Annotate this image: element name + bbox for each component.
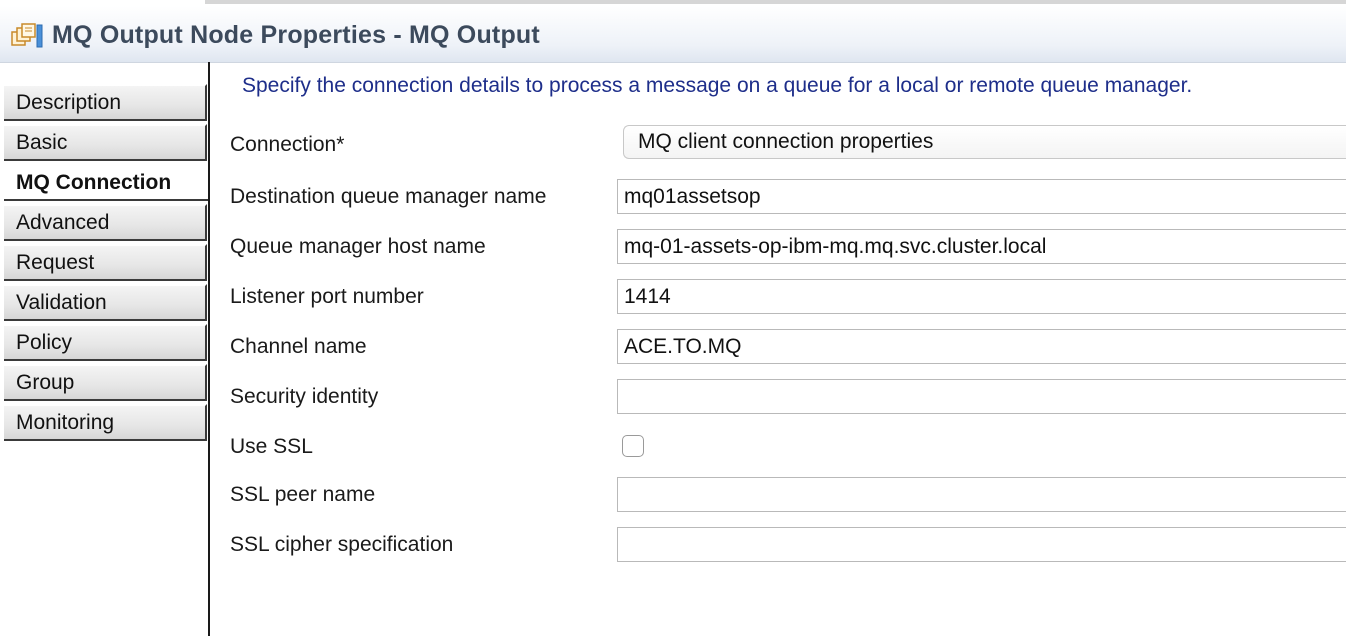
tab-description[interactable]: Description [4, 84, 207, 121]
channel-field[interactable]: ACE.TO.MQ [617, 329, 1346, 364]
tab-policy[interactable]: Policy [4, 324, 207, 361]
tab-request[interactable]: Request [4, 244, 207, 281]
port-field[interactable]: 1414 [617, 279, 1346, 314]
host-field[interactable]: mq-01-assets-op-ibm-mq.mq.svc.cluster.lo… [617, 229, 1346, 264]
connection-select[interactable]: MQ client connection properties [623, 125, 1346, 159]
use-ssl-checkbox[interactable] [622, 435, 644, 457]
dest-qmgr-field[interactable]: mq01assetsop [617, 179, 1346, 214]
mq-connection-panel: Specify the connection details to proces… [210, 62, 1346, 636]
panel-description: Specify the connection details to proces… [242, 74, 1193, 97]
tab-mq-connection[interactable]: MQ Connection [4, 164, 210, 201]
host-label: Queue manager host name [230, 235, 486, 258]
ssl-label: Use SSL [230, 435, 313, 458]
ssl-cipher-field[interactable] [617, 527, 1346, 562]
channel-label: Channel name [230, 335, 367, 358]
page-title: MQ Output Node Properties - MQ Output [52, 21, 540, 49]
tab-group[interactable]: Group [4, 364, 207, 401]
security-label: Security identity [230, 385, 379, 408]
tab-monitoring[interactable]: Monitoring [4, 404, 207, 441]
properties-header: MQ Output Node Properties - MQ Output [0, 6, 1346, 63]
ssl-peer-field[interactable] [617, 477, 1346, 512]
ssl-cipher-label: SSL cipher specification [230, 533, 454, 556]
dest-qmgr-label: Destination queue manager name [230, 185, 547, 208]
properties-icon [11, 23, 43, 48]
port-label: Listener port number [230, 285, 424, 308]
top-strip [205, 0, 1346, 4]
tab-basic[interactable]: Basic [4, 124, 207, 161]
tab-advanced[interactable]: Advanced [4, 204, 207, 241]
ssl-peer-label: SSL peer name [230, 483, 376, 506]
tab-list: Description Basic MQ Connection Advanced… [0, 62, 210, 636]
tab-validation[interactable]: Validation [4, 284, 207, 321]
connection-label: Connection* [230, 133, 345, 156]
security-field[interactable] [617, 379, 1346, 414]
